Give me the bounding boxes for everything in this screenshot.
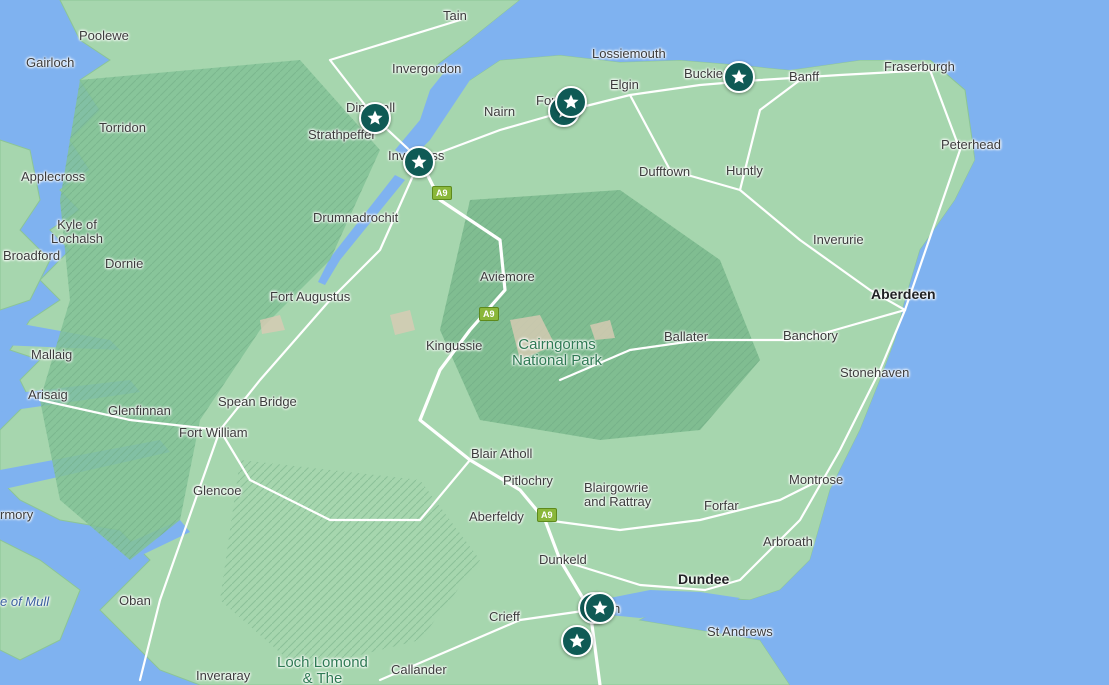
town-tain: Tain: [443, 8, 467, 23]
town-poolewe: Poolewe: [79, 28, 129, 43]
town-peterhead: Peterhead: [941, 137, 1001, 152]
town-dunkeld: Dunkeld: [539, 552, 587, 567]
star-icon: [731, 69, 747, 84]
star-icon: [569, 633, 585, 648]
town-aberfeldy: Aberfeldy: [469, 509, 524, 524]
town-dufftown: Dufftown: [639, 164, 691, 179]
star-icon: [411, 154, 427, 169]
town-inveraray: Inveraray: [196, 668, 251, 683]
map-canvas[interactable]: Tain Poolewe Lossiemouth Gairloch Inverg…: [0, 0, 1109, 685]
town-huntly: Huntly: [726, 163, 763, 178]
town-banff: Banff: [789, 69, 820, 84]
town-elgin: Elgin: [610, 77, 639, 92]
town-drumnadrochit: Drumnadrochit: [313, 210, 399, 225]
town-forfar: Forfar: [704, 498, 739, 513]
map-marker-perth-3[interactable]: [561, 625, 593, 657]
town-montrose: Montrose: [789, 472, 844, 487]
town-banchory: Banchory: [783, 328, 838, 343]
park-cairngorms: Cairngorms National Park: [512, 336, 603, 369]
city-aberdeen: Aberdeen: [871, 286, 936, 302]
town-glencoe: Glencoe: [193, 483, 242, 498]
town-applecross: Applecross: [21, 169, 86, 184]
town-fraserburgh: Fraserburgh: [884, 59, 955, 74]
town-blair-atholl: Blair Atholl: [471, 446, 533, 461]
road-shield-a9: A9: [432, 186, 452, 200]
town-tobermory: rmory: [0, 507, 34, 522]
star-icon: [563, 94, 579, 109]
town-blairgowrie-and-rattray: Blairgowrie and Rattray: [584, 480, 652, 509]
town-nairn: Nairn: [484, 104, 516, 119]
map-marker-buckie[interactable]: [723, 61, 755, 93]
town-spean-bridge: Spean Bridge: [218, 394, 297, 409]
town-kyle-of-lochalsh: Kyle of Lochalsh: [51, 217, 104, 246]
island-mull: e of Mull: [0, 594, 50, 609]
town-kingussie: Kingussie: [426, 338, 483, 353]
town-crieff: Crieff: [489, 609, 520, 624]
road-shield-a9: A9: [537, 508, 557, 522]
town-gairloch: Gairloch: [26, 55, 75, 70]
town-aviemore: Aviemore: [480, 269, 535, 284]
town-buckie: Buckie: [684, 66, 724, 81]
town-callander: Callander: [391, 662, 447, 677]
town-arbroath: Arbroath: [763, 534, 813, 549]
town-fort-augustus: Fort Augustus: [270, 289, 351, 304]
town-torridon: Torridon: [99, 120, 146, 135]
town-inverurie: Inverurie: [813, 232, 864, 247]
star-icon: [592, 600, 608, 615]
star-icon: [367, 110, 383, 125]
town-oban: Oban: [119, 593, 151, 608]
map-marker-perth-2[interactable]: [584, 592, 616, 624]
park-loch-lomond: Loch Lomond & The: [277, 654, 368, 685]
map-marker-inverness[interactable]: [403, 146, 435, 178]
map-marker-dingwall[interactable]: [359, 102, 391, 134]
town-arisaig: Arisaig: [28, 387, 68, 402]
town-ballater: Ballater: [664, 329, 709, 344]
town-stonehaven: Stonehaven: [840, 365, 910, 380]
town-dornie: Dornie: [105, 256, 144, 271]
town-invergordon: Invergordon: [392, 61, 462, 76]
road-shield-a9: A9: [479, 307, 499, 321]
map-marker-forres-2[interactable]: [555, 86, 587, 118]
city-dundee: Dundee: [678, 571, 730, 587]
town-glenfinnan: Glenfinnan: [108, 403, 171, 418]
town-st-andrews: St Andrews: [707, 624, 773, 639]
town-pitlochry: Pitlochry: [503, 473, 553, 488]
town-lossiemouth: Lossiemouth: [592, 46, 666, 61]
town-fort-william: Fort William: [179, 425, 248, 440]
town-mallaig: Mallaig: [31, 347, 73, 362]
town-broadford: Broadford: [3, 248, 61, 263]
